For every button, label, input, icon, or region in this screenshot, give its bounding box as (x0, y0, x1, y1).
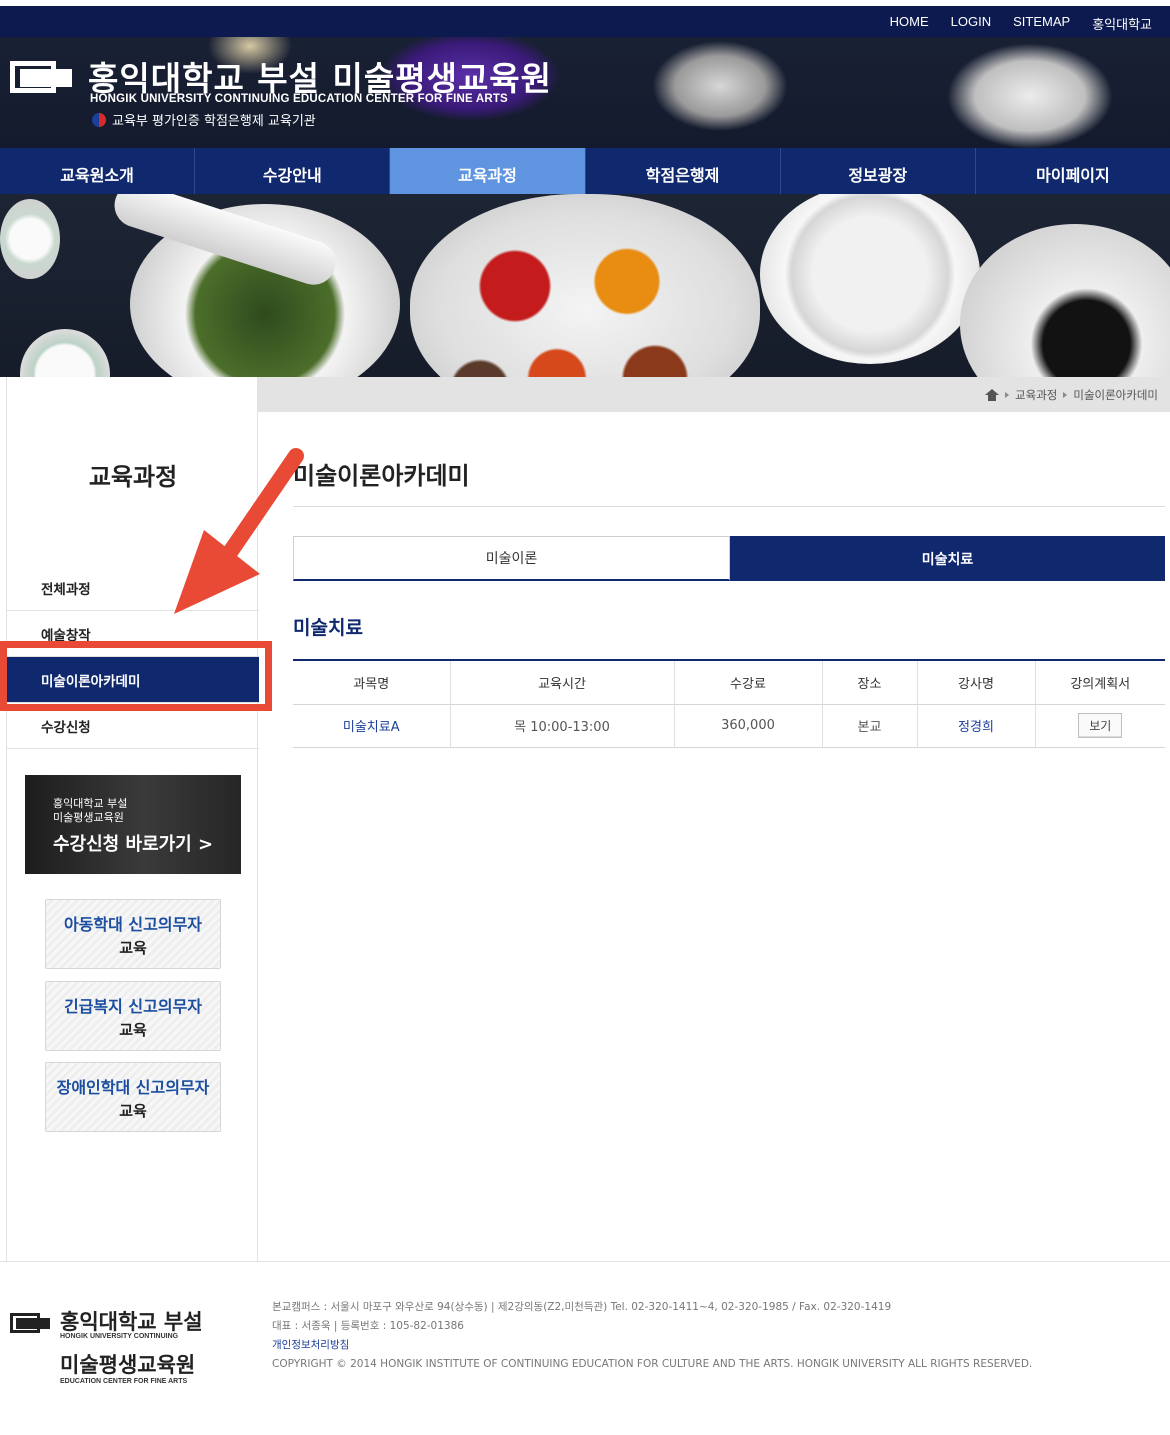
banner-title: 아동학대 신고의무자 (63, 914, 203, 934)
nav-item-about[interactable]: 교육원소개 (0, 148, 196, 200)
annotation-arrow-icon (174, 448, 304, 614)
breadcrumb-bar: 교육과정 미술이론아카데미 (258, 377, 1170, 412)
banner-label: 교육 (119, 938, 147, 957)
home-link[interactable]: HOME (890, 14, 929, 33)
column-header-time: 교육시간 (450, 659, 675, 705)
footer-logo-en-2: EDUCATION CENTER FOR FINE ARTS (60, 1378, 188, 1385)
breadcrumb-item-current[interactable]: 미술이론아카데미 (1073, 387, 1158, 403)
banner-label: 교육 (119, 1101, 147, 1120)
banner-title: 긴급복지 신고의무자 (63, 996, 203, 1016)
child-abuse-report-training-banner[interactable]: 아동학대 신고의무자 교육 (45, 899, 221, 969)
hongik-university-link[interactable]: 홍익대학교 (1092, 14, 1152, 33)
nav-item-course-guide[interactable]: 수강안내 (195, 148, 391, 200)
logo-icon[interactable] (10, 61, 72, 95)
caret-right-icon (1063, 392, 1068, 398)
caret-right-icon (1005, 392, 1010, 398)
syllabus-cell: 보기 (1035, 704, 1165, 748)
registration-shortcut-banner[interactable]: 홍익대학교 부설 미술평생교육원 수강신청 바로가기 > (25, 775, 241, 874)
disability-abuse-report-training-banner[interactable]: 장애인학대 신고의무자 교육 (45, 1062, 221, 1132)
course-time: 목 10:00-13:00 (450, 704, 675, 748)
table-row: 미술치료A 목 10:00-13:00 360,000 본교 정경희 보기 (293, 704, 1165, 748)
footer-logo-name-2: 미술평생교육원 (60, 1353, 196, 1377)
main-navigation: 교육원소개 수강안내 교육과정 학점은행제 정보광장 마이페이지 (0, 148, 1170, 200)
banner-title: 장애인학대 신고의무자 (56, 1077, 210, 1097)
emergency-welfare-report-training-banner[interactable]: 긴급복지 신고의무자 교육 (45, 981, 221, 1051)
banner-cta: 수강신청 바로가기 > (53, 834, 214, 855)
home-icon[interactable] (985, 389, 1000, 401)
banner-label: 교육 (119, 1020, 147, 1039)
nav-item-curriculum[interactable]: 교육과정 (390, 148, 586, 200)
footer-logo-en-1: HONGIK UNIVERSITY CONTINUING (60, 1333, 179, 1340)
course-table: 과목명 교육시간 수강료 장소 강사명 강의계획서 미술치료A 목 10:00-… (293, 659, 1165, 748)
footer-address: 본교캠퍼스 : 서울시 마포구 와우산로 94(상수동) | 제2강의동(Z2,… (272, 1301, 892, 1313)
column-header-place: 장소 (822, 659, 918, 705)
certification-text: 교육부 평가인증 학점은행제 교육기관 (92, 110, 316, 129)
title-divider (293, 506, 1165, 507)
footer-logo-icon (10, 1313, 54, 1335)
annotation-highlight-box (0, 641, 272, 711)
breadcrumb-item-curriculum[interactable]: 교육과정 (1015, 387, 1057, 403)
top-utility-bar: HOME LOGIN SITEMAP 홍익대학교 (0, 6, 1170, 37)
view-syllabus-button[interactable]: 보기 (1078, 713, 1123, 738)
certification-label: 교육부 평가인증 학점은행제 교육기관 (112, 114, 316, 129)
hero-image-pigments (0, 194, 1170, 377)
login-link[interactable]: LOGIN (951, 14, 991, 33)
breadcrumb: 교육과정 미술이론아카데미 (985, 387, 1158, 403)
footer-representative: 대표 : 서종욱 | 등록번호 : 105-82-01386 (272, 1320, 464, 1332)
course-name-link[interactable]: 미술치료A (293, 704, 451, 748)
course-place: 본교 (822, 704, 918, 748)
utility-links: HOME LOGIN SITEMAP 홍익대학교 (890, 14, 1152, 33)
taegeuk-icon (92, 112, 106, 127)
footer-logo-name-1: 홍익대학교 부설 (60, 1310, 203, 1334)
nav-item-mypage[interactable]: 마이페이지 (976, 148, 1170, 200)
table-header-row: 과목명 교육시간 수강료 장소 강사명 강의계획서 (293, 659, 1165, 705)
logo-subtitle: HONGIK UNIVERSITY CONTINUING EDUCATION C… (90, 93, 508, 105)
footer-copyright: COPYRIGHT © 2014 HONGIK INSTITUTE OF CON… (272, 1358, 1033, 1370)
privacy-policy-link[interactable]: 개인정보처리방침 (272, 1337, 349, 1352)
tab-art-theory[interactable]: 미술이론 (293, 536, 730, 581)
page-title: 미술이론아카데미 (293, 462, 470, 490)
site-header: HOME LOGIN SITEMAP 홍익대학교 홍익대학교 부설 미술평생교육… (0, 6, 1170, 200)
column-header-fee: 수강료 (674, 659, 823, 705)
banner-line-2: 미술평생교육원 (53, 811, 124, 824)
column-header-instructor: 강사명 (917, 659, 1036, 705)
category-tabs: 미술이론 미술치료 (293, 536, 1165, 581)
tab-art-therapy[interactable]: 미술치료 (730, 536, 1165, 581)
instructor-link[interactable]: 정경희 (917, 704, 1036, 748)
nav-item-info-plaza[interactable]: 정보광장 (781, 148, 976, 200)
nav-item-credit-bank[interactable]: 학점은행제 (586, 148, 781, 200)
footer-divider (0, 1261, 1170, 1262)
course-fee: 360,000 (674, 704, 823, 748)
column-header-course: 과목명 (293, 659, 451, 705)
column-header-syllabus: 강의계획서 (1035, 659, 1165, 705)
sitemap-link[interactable]: SITEMAP (1013, 14, 1070, 33)
